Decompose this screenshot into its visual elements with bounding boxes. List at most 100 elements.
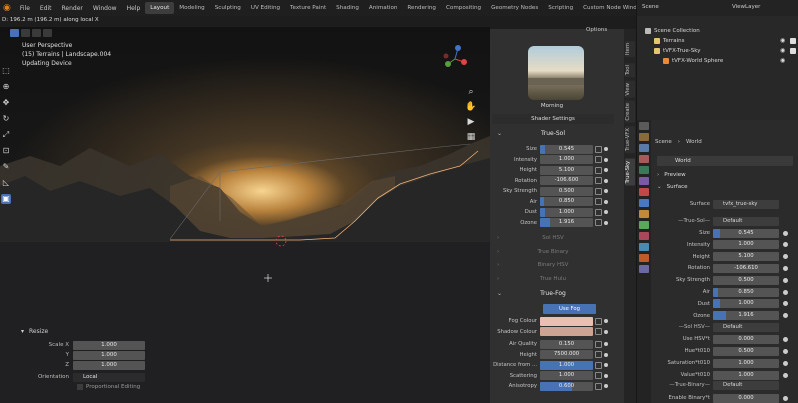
animate-dot-icon[interactable] [604, 319, 608, 323]
workspace-tab-texture-paint[interactable]: Texture Paint [285, 2, 331, 14]
keyframe-link-icon[interactable] [595, 145, 602, 153]
sidebar-tab-create[interactable]: Create [625, 101, 635, 123]
blender-logo-icon[interactable]: ◉ [3, 3, 11, 13]
collapsed-section-header[interactable]: › Sol HSV [492, 233, 614, 244]
property-value-field[interactable]: 0.500 [713, 275, 779, 285]
animate-dot-icon[interactable] [604, 147, 608, 151]
sidebar-tab-view[interactable]: View [625, 81, 635, 98]
socket-dot-icon[interactable] [783, 277, 788, 283]
workspace-tab-animation[interactable]: Animation [364, 2, 403, 14]
animate-dot-icon[interactable] [604, 220, 608, 225]
true-sol-section-header[interactable]: ⌄ True-Sol [492, 128, 614, 139]
animate-dot-icon[interactable] [604, 363, 608, 367]
orientation-select[interactable]: Local [73, 372, 145, 382]
animate-dot-icon[interactable] [604, 329, 608, 334]
animate-dot-icon[interactable] [604, 384, 608, 388]
camera-view-icon[interactable]: ▶ [465, 116, 477, 128]
property-value-field[interactable]: 0.500 [713, 346, 779, 356]
property-value-field[interactable]: 1.000 [540, 155, 593, 164]
property-value-field[interactable]: 1.000 [540, 371, 593, 380]
animate-dot-icon[interactable] [604, 210, 608, 214]
scale-z-field[interactable]: 1.000 [73, 360, 145, 370]
keyframe-link-icon[interactable] [595, 328, 602, 335]
outliner-item[interactable]: tVFX-True-Sky [654, 48, 700, 54]
menu-edit[interactable]: Edit [35, 5, 57, 12]
keyframe-link-icon[interactable] [595, 219, 602, 226]
properties-tab-icon[interactable] [639, 243, 649, 251]
socket-dot-icon[interactable] [783, 348, 788, 354]
property-value-field[interactable]: 0.000 [713, 334, 779, 344]
keyframe-link-icon[interactable] [595, 351, 602, 358]
sky-preset-thumbnail[interactable] [528, 46, 584, 100]
properties-tab-icon[interactable] [639, 122, 649, 130]
property-value-field[interactable]: 5.100 [713, 252, 779, 262]
resize-panel-title[interactable]: Resize [20, 328, 155, 335]
scale-x-field[interactable]: 1.000 [73, 340, 145, 350]
group-node-selector[interactable]: Default [713, 322, 779, 332]
properties-tab-icon[interactable] [639, 177, 649, 185]
properties-tab-icon[interactable] [639, 254, 649, 262]
menu-help[interactable]: Help [122, 5, 146, 12]
add-cube-icon[interactable]: ▣ [1, 194, 11, 204]
sidebar-tab-true-vfx[interactable]: True-VFX [625, 126, 635, 154]
property-value-field[interactable]: 5.100 [540, 165, 593, 175]
select-mode-button[interactable] [10, 29, 19, 37]
property-value-field[interactable]: 1.916 [540, 218, 593, 227]
keyframe-link-icon[interactable] [595, 177, 602, 184]
exclude-checkbox[interactable] [790, 48, 796, 54]
property-value-field[interactable]: 1.000 [713, 358, 779, 368]
animate-dot-icon[interactable] [604, 189, 608, 193]
keyframe-link-icon[interactable] [595, 361, 602, 369]
animate-dot-icon[interactable] [604, 352, 608, 357]
true-fog-section-header[interactable]: ⌄ True-Fog [492, 288, 614, 299]
workspace-tab-compositing[interactable]: Compositing [441, 2, 486, 14]
keyframe-link-icon[interactable] [595, 382, 602, 390]
socket-dot-icon[interactable] [783, 254, 788, 260]
color-swatch[interactable] [540, 327, 593, 336]
group-node-selector[interactable]: Default [713, 216, 779, 226]
socket-dot-icon[interactable] [783, 336, 788, 342]
options-dropdown[interactable]: Options [586, 27, 607, 33]
property-value-field[interactable]: 1.916 [713, 311, 779, 321]
move-icon[interactable]: ✥ [1, 98, 11, 108]
scale-icon[interactable]: ⤢ [1, 130, 11, 140]
collapsed-section-header[interactable]: › Binary HSV [492, 260, 614, 271]
properties-tab-icon[interactable] [639, 144, 649, 152]
property-value-field[interactable]: 0.600 [540, 381, 593, 391]
transform-icon[interactable]: ⊡ [1, 146, 11, 156]
keyframe-link-icon[interactable] [595, 166, 602, 174]
properties-tab-icon[interactable] [639, 133, 649, 141]
navigation-gizmo[interactable] [440, 44, 470, 74]
cursor-icon[interactable]: ⊕ [1, 82, 11, 92]
property-value-field[interactable]: 1.000 [713, 299, 779, 309]
properties-tab-icon[interactable] [639, 210, 649, 218]
socket-dot-icon[interactable] [783, 265, 788, 271]
select-box-icon[interactable]: ⬚ [1, 66, 11, 76]
use-fog-toggle[interactable]: Use Fog [543, 304, 596, 314]
property-value-field[interactable]: 0.850 [540, 197, 593, 206]
annotate-icon[interactable]: ✎ [1, 162, 11, 172]
select-invert-button[interactable] [43, 29, 52, 37]
property-value-field[interactable]: 0.150 [540, 339, 593, 349]
outliner-item[interactable]: Scene Collection [645, 28, 700, 34]
animate-dot-icon[interactable] [604, 168, 608, 172]
visibility-eye-icon[interactable]: ◉ [780, 47, 785, 54]
keyframe-link-icon[interactable] [595, 156, 602, 163]
exclude-checkbox[interactable] [790, 38, 796, 44]
socket-dot-icon[interactable] [783, 372, 788, 378]
socket-dot-icon[interactable] [783, 313, 788, 319]
property-value-field[interactable]: 0.500 [540, 186, 593, 196]
perspective-toggle-icon[interactable]: ▦ [465, 131, 477, 143]
properties-tab-icon[interactable] [639, 188, 649, 196]
workspace-tab-geometry-nodes[interactable]: Geometry Nodes [486, 2, 543, 14]
scale-y-field[interactable]: 1.000 [73, 350, 145, 360]
pan-hand-icon[interactable]: ✋ [465, 101, 477, 113]
property-value-field[interactable]: 0.000 [713, 393, 779, 403]
surface-panel-header[interactable]: ⌄ Surface [657, 184, 688, 190]
visibility-eye-icon[interactable]: ◉ [780, 57, 785, 64]
animate-dot-icon[interactable] [604, 178, 608, 183]
socket-dot-icon[interactable] [783, 289, 788, 295]
animate-dot-icon[interactable] [604, 342, 608, 346]
sidebar-tab-tool[interactable]: Tool [625, 63, 635, 78]
view-layer-selector[interactable]: ViewLayer [732, 4, 760, 10]
